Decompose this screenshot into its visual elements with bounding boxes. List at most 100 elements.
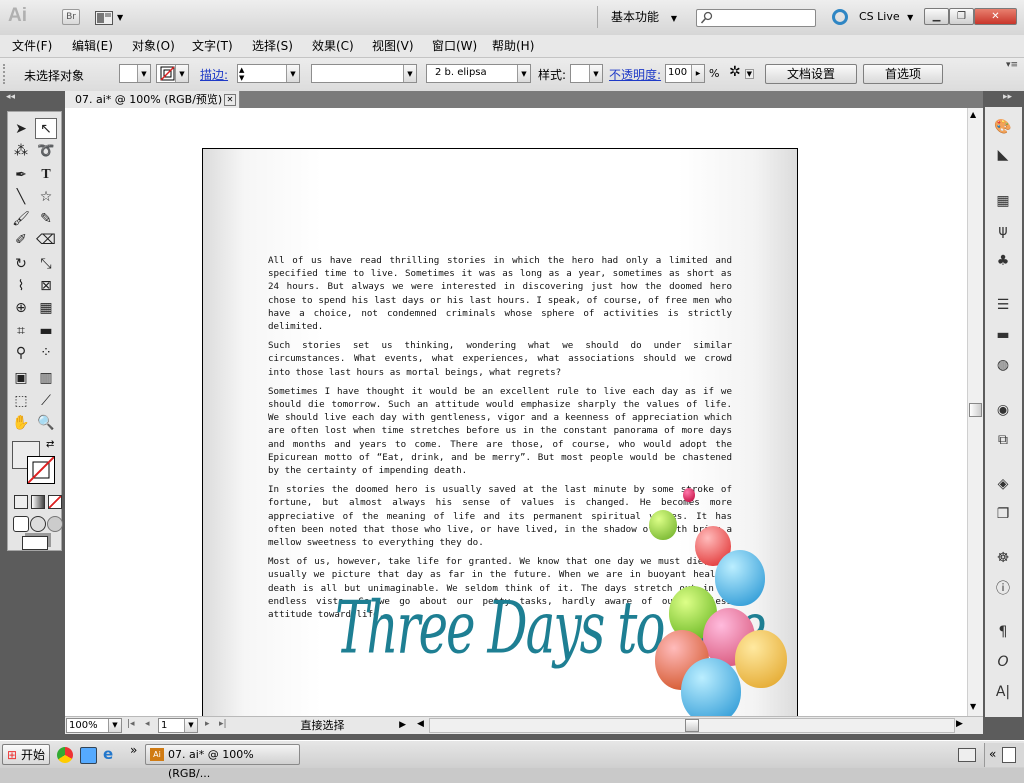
- type-tool-icon[interactable]: T: [35, 164, 57, 185]
- gradient-tool-icon[interactable]: ▬: [35, 320, 57, 341]
- app-icon[interactable]: [80, 747, 97, 764]
- next-artboard-icon[interactable]: ▸: [205, 719, 210, 729]
- menu-help[interactable]: 帮助(H): [492, 38, 534, 54]
- brush-definition[interactable]: 2 b. elipsa ▼: [426, 64, 531, 83]
- scale-tool-icon[interactable]: ⤡: [35, 253, 57, 274]
- graphic-styles-panel-icon[interactable]: ⧉: [993, 430, 1013, 450]
- close-tab-icon[interactable]: ✕: [224, 94, 236, 106]
- stroke-color-picker[interactable]: ▼: [156, 64, 189, 83]
- warp-tool-icon[interactable]: ⌇: [10, 275, 32, 296]
- chrome-icon[interactable]: [57, 747, 73, 763]
- draw-behind-icon[interactable]: [30, 516, 46, 532]
- taskbar-window-item[interactable]: Ai 07. ai* @ 100% (RGB/...: [145, 744, 300, 780]
- bridge-button[interactable]: Br: [62, 9, 80, 25]
- color-mode-icon[interactable]: [14, 495, 28, 509]
- none-mode-icon[interactable]: [48, 495, 62, 509]
- color-guide-panel-icon[interactable]: ◣: [993, 145, 1013, 165]
- expand-panels-icon[interactable]: ▸▸: [1003, 92, 1012, 102]
- first-artboard-icon[interactable]: |◂: [127, 719, 135, 729]
- stroke-swatch[interactable]: [27, 456, 55, 484]
- menu-select[interactable]: 选择(S): [252, 38, 293, 54]
- blob-brush-tool-icon[interactable]: ✐: [10, 229, 32, 250]
- zoom-field[interactable]: 100% ▼: [66, 718, 122, 733]
- blend-tool-icon[interactable]: ⁘: [35, 342, 57, 363]
- document-tab[interactable]: 07. ai* @ 100% (RGB/预览) ✕: [65, 91, 240, 108]
- horizontal-scroll-track[interactable]: [429, 718, 955, 733]
- workspace-switcher[interactable]: 基本功能 ▼: [611, 8, 681, 26]
- swatches-panel-icon[interactable]: ▦: [993, 191, 1013, 211]
- scroll-left-icon[interactable]: ◀: [417, 719, 424, 729]
- menu-file[interactable]: 文件(F): [12, 38, 52, 54]
- column-graph-tool-icon[interactable]: ▥: [35, 367, 57, 388]
- document-setup-button[interactable]: 文档设置: [765, 64, 857, 84]
- cs-live-menu[interactable]: CS Live ▼: [859, 9, 913, 26]
- free-transform-tool-icon[interactable]: ⊠: [35, 275, 57, 296]
- minimize-button[interactable]: ▁: [924, 8, 949, 25]
- hand-tool-icon[interactable]: ✋: [10, 412, 32, 433]
- paintbrush-tool-icon[interactable]: 🖌: [10, 208, 32, 229]
- slice-tool-icon[interactable]: ⟋: [35, 390, 57, 411]
- canvas-area[interactable]: All of us have read thrilling stories in…: [65, 108, 967, 716]
- menu-type[interactable]: 文字(T): [192, 38, 233, 54]
- vertical-scroll-thumb[interactable]: [969, 403, 982, 417]
- eraser-tool-icon[interactable]: ⌫: [35, 229, 57, 250]
- artboards-panel-icon[interactable]: ❐: [993, 504, 1013, 524]
- transparency-panel-icon[interactable]: ◍: [993, 355, 1013, 375]
- rotate-tool-icon[interactable]: ↻: [10, 253, 32, 274]
- shape-builder-tool-icon[interactable]: ⊕: [10, 297, 32, 318]
- close-button[interactable]: ✕: [974, 8, 1017, 25]
- magic-wand-tool-icon[interactable]: ⁂: [10, 140, 32, 161]
- menu-effect[interactable]: 效果(C): [312, 38, 354, 54]
- artboard-tool-icon[interactable]: ⬚: [10, 390, 32, 411]
- start-button[interactable]: ⊞ 开始: [2, 744, 50, 765]
- info-panel-icon[interactable]: ⓘ: [993, 578, 1013, 598]
- direct-selection-tool-icon[interactable]: ↖: [35, 118, 57, 139]
- lasso-tool-icon[interactable]: ➰: [35, 140, 57, 161]
- scroll-up-icon[interactable]: ▲: [970, 110, 976, 119]
- panel-menu-icon[interactable]: ▾≡: [1006, 60, 1020, 74]
- appearance-panel-icon[interactable]: ◉: [993, 400, 1013, 420]
- navigator-panel-icon[interactable]: ☸: [993, 548, 1013, 568]
- fill-color-picker[interactable]: ▼: [119, 64, 151, 83]
- last-artboard-icon[interactable]: ▸|: [219, 719, 227, 729]
- arrange-documents-button[interactable]: ▼: [95, 9, 129, 26]
- collapse-panel-icon[interactable]: ◂◂: [6, 92, 15, 102]
- more-icon[interactable]: »: [130, 743, 137, 757]
- line-tool-icon[interactable]: ╲: [10, 186, 32, 207]
- menu-edit[interactable]: 编辑(E): [72, 38, 113, 54]
- symbols-panel-icon[interactable]: ♣: [993, 251, 1013, 271]
- scroll-right-icon[interactable]: ▶: [956, 719, 963, 729]
- draw-normal-icon[interactable]: [13, 516, 29, 532]
- paragraph-panel-icon[interactable]: ¶: [993, 622, 1013, 642]
- eyedropper-tool-icon[interactable]: ⚲: [10, 342, 32, 363]
- mesh-tool-icon[interactable]: ⌗: [10, 320, 32, 341]
- vertical-scrollbar[interactable]: ▲ ▼: [967, 108, 983, 716]
- pencil-tool-icon[interactable]: ✎: [35, 208, 57, 229]
- menu-window[interactable]: 窗口(W): [432, 38, 477, 54]
- screen-mode-icon[interactable]: [22, 536, 48, 550]
- pen-tool-icon[interactable]: ✒: [10, 164, 32, 185]
- gradient-panel-icon[interactable]: ▬: [993, 325, 1013, 345]
- star-tool-icon[interactable]: ☆: [35, 186, 57, 207]
- menu-view[interactable]: 视图(V): [372, 38, 414, 54]
- opacity-input[interactable]: 100 ▶: [665, 64, 705, 83]
- current-tool-status[interactable]: 直接选择 ▶: [235, 718, 410, 733]
- gradient-mode-icon[interactable]: [31, 495, 45, 509]
- recolor-artwork-button[interactable]: ✲ ▼: [729, 64, 757, 83]
- brushes-panel-icon[interactable]: ψ: [993, 221, 1013, 241]
- draw-inside-icon[interactable]: [47, 516, 63, 532]
- zoom-tool-icon[interactable]: 🔍: [35, 412, 57, 433]
- layers-panel-icon[interactable]: ◈: [993, 474, 1013, 494]
- stroke-label[interactable]: 描边:: [200, 66, 228, 83]
- keyboard-icon[interactable]: [958, 748, 976, 762]
- restore-button[interactable]: ❐: [949, 8, 974, 25]
- preferences-button[interactable]: 首选项: [863, 64, 943, 84]
- previous-artboard-icon[interactable]: ◂: [145, 719, 150, 729]
- internet-explorer-icon[interactable]: e: [103, 745, 113, 763]
- swap-colors-icon[interactable]: ⇄: [46, 439, 54, 450]
- opentype-panel-icon[interactable]: O: [993, 652, 1013, 672]
- horizontal-scroll-thumb[interactable]: [685, 719, 699, 732]
- scroll-down-icon[interactable]: ▼: [970, 702, 976, 711]
- perspective-grid-tool-icon[interactable]: ▦: [35, 297, 57, 318]
- menu-object[interactable]: 对象(O): [132, 38, 175, 54]
